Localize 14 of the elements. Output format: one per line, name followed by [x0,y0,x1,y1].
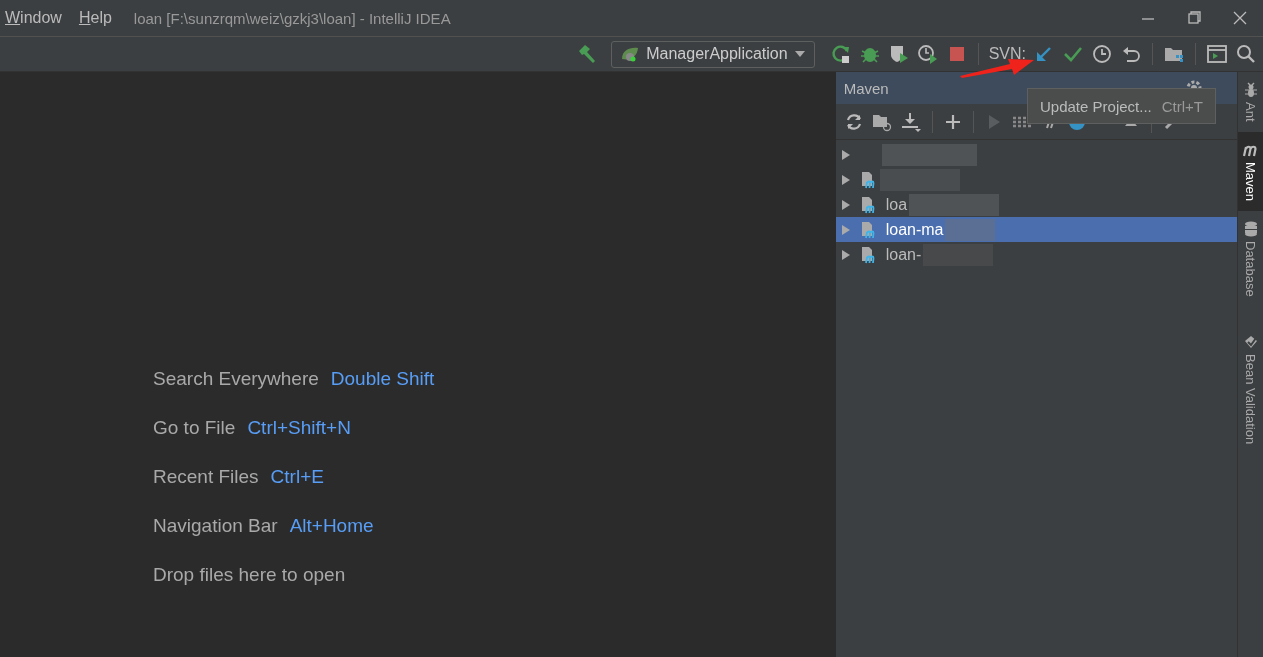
hint-text: Navigation Bar [153,514,278,538]
tooltip-text: Update Project... [1040,97,1152,115]
hint-text: Drop files here to open [153,563,346,587]
shortcut-text: Alt+Home [289,514,374,538]
panel-title: Maven [843,79,889,97]
hint-text: Go to File [153,416,236,440]
hint-text: Recent Files [153,465,259,489]
svn-label: SVN: [988,45,1026,63]
hint-text: Search Everywhere [153,367,319,391]
shortcut-text: Double Shift [330,367,435,391]
shortcut-text: Ctrl+T [1161,97,1203,115]
shortcut-text: Ctrl+Shift+N [247,416,351,440]
shortcut-text: Ctrl+E [270,465,324,489]
window-title: loan [F:\sunzrqm\weiz\gzkj3\loan] - IntelliJ IDEA [133,9,451,27]
